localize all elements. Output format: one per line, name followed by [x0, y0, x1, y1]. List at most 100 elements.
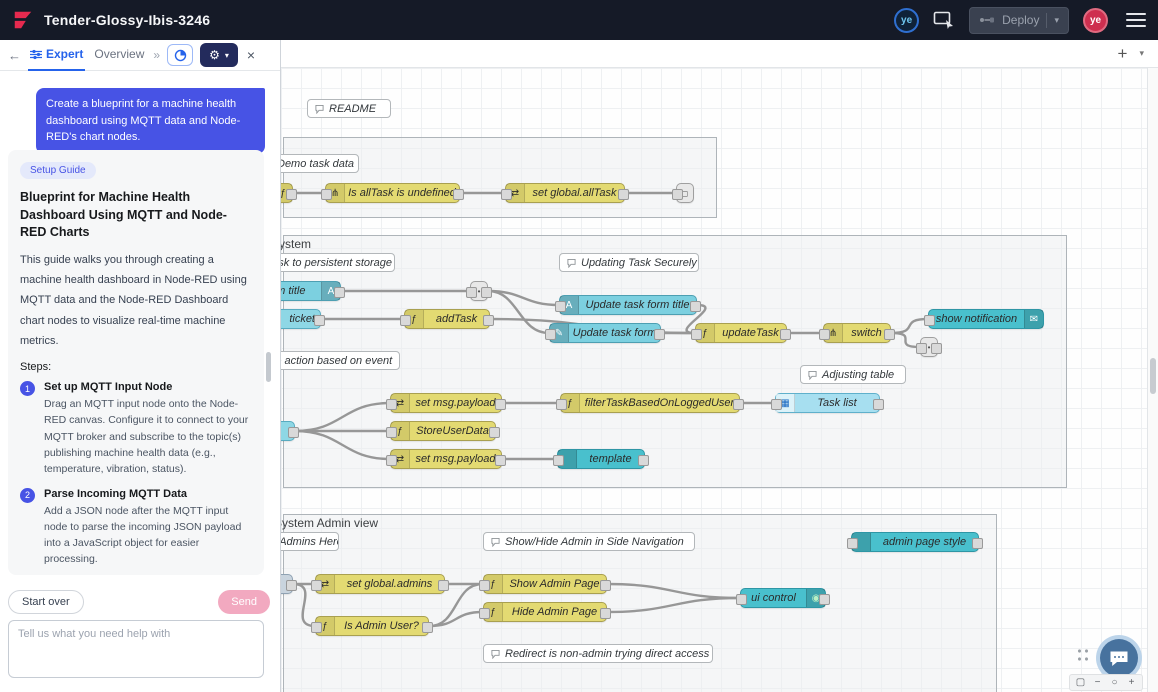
- wire[interactable]: [891, 319, 928, 333]
- step-number: 1: [20, 381, 35, 396]
- comment-bubble-icon: [567, 258, 576, 268]
- flow-node[interactable]: Update task form titleA: [281, 281, 341, 301]
- deploy-caret-icon[interactable]: ▾: [1054, 15, 1059, 26]
- node-label: ticket: [281, 310, 320, 328]
- flow-node[interactable]: ⋔switch: [823, 323, 891, 343]
- wire[interactable]: [295, 403, 390, 431]
- flow-canvas[interactable]: Task systemSystem Admin view READMEDemo …: [281, 68, 1147, 692]
- comment-node[interactable]: Demo task data: [281, 154, 359, 173]
- guide-step: 2Parse Incoming MQTT DataAdd a JSON node…: [20, 488, 252, 568]
- assistant-response-card[interactable]: Setup Guide Blueprint for Machine Health…: [8, 150, 264, 575]
- flow-node[interactable]: ƒHide Admin Page: [483, 602, 607, 622]
- flow-node[interactable]: ⇄set msg.payload: [390, 393, 502, 413]
- team-avatar[interactable]: ye: [894, 8, 919, 33]
- open-editor-icon[interactable]: [933, 11, 955, 29]
- node-label: addTask: [424, 310, 489, 328]
- flow-node[interactable]: ƒaddTask: [404, 309, 490, 329]
- grid-dots-icon[interactable]: [1076, 647, 1091, 664]
- text-icon: A: [321, 282, 340, 300]
- flow-node[interactable]: ✎Update task form: [549, 323, 661, 343]
- sliders-icon: [30, 49, 42, 60]
- flow-node[interactable]: ƒfilterTaskBasedOnLoggedUser: [560, 393, 740, 413]
- back-icon[interactable]: ←: [8, 48, 21, 63]
- assistant-input[interactable]: [8, 620, 264, 678]
- comment-node[interactable]: README: [307, 99, 391, 118]
- node-label: [281, 575, 292, 593]
- flow-node[interactable]: ticket: [281, 309, 321, 329]
- flow-node[interactable]: ƒ: [281, 183, 293, 203]
- panel-scrollbar-thumb[interactable]: [266, 352, 271, 382]
- flow-node[interactable]: AUpdate task form title: [559, 295, 697, 315]
- close-icon[interactable]: ×: [247, 47, 255, 63]
- node-label: switch: [843, 324, 890, 342]
- node-label: Show Admin Page: [503, 575, 606, 593]
- add-flow-button[interactable]: +: [1118, 45, 1128, 62]
- node-label: updateTask: [715, 324, 786, 342]
- tab-overview[interactable]: Overview: [92, 40, 146, 71]
- node-label: [693, 184, 703, 202]
- flow-node[interactable]: template: [557, 449, 645, 469]
- node-label: Is Admin User?: [335, 617, 428, 635]
- flow-node[interactable]: ⇄set msg.payload: [390, 449, 502, 469]
- send-button[interactable]: Send: [218, 590, 270, 614]
- flow-node[interactable]: •: [920, 337, 938, 357]
- flow-node[interactable]: ƒIs Admin User?: [315, 616, 429, 636]
- node-label: StoreUserData: [410, 422, 495, 440]
- flow-node[interactable]: •: [470, 281, 488, 301]
- flow-node[interactable]: admin page style: [851, 532, 979, 552]
- wires-layer: [281, 68, 1147, 692]
- flow-node[interactable]: ⋔Is allTask is undefined: [325, 183, 460, 203]
- flow-node[interactable]: ui control◉: [740, 588, 826, 608]
- zoom-in-icon[interactable]: +: [1124, 676, 1139, 689]
- change-icon: ⇄: [391, 394, 410, 412]
- menu-icon[interactable]: [1126, 13, 1146, 27]
- comment-label: Adjusting table: [822, 369, 894, 381]
- ui-icon: ◉: [806, 589, 825, 607]
- flow-node[interactable]: ▦Task list: [775, 393, 880, 413]
- flow-node[interactable]: [281, 421, 295, 441]
- comment-node[interactable]: Add Admins Here: [281, 532, 339, 551]
- flow-node[interactable]: show notification✉: [928, 309, 1044, 329]
- flow-node[interactable]: ƒupdateTask: [695, 323, 787, 343]
- switch-icon: ⋔: [326, 184, 345, 202]
- zoom-reset-icon[interactable]: ○: [1107, 676, 1122, 689]
- flow-node[interactable]: ⇄set global.allTask: [505, 183, 625, 203]
- switch-icon: ⋔: [824, 324, 843, 342]
- more-tabs-icon[interactable]: »: [153, 48, 160, 62]
- wire[interactable]: [295, 431, 390, 459]
- comment-node[interactable]: Updating Task Securely: [559, 253, 699, 272]
- comment-node[interactable]: Redirect is non-admin trying direct acce…: [483, 644, 713, 663]
- junction-icon: •: [921, 338, 937, 356]
- flow-node[interactable]: [281, 574, 293, 594]
- comment-node[interactable]: Save task to persistent storage: [281, 253, 395, 272]
- canvas-scrollbar-thumb[interactable]: [1150, 358, 1156, 394]
- comment-label: Demo task data: [281, 158, 354, 170]
- comment-node[interactable]: Adjusting table: [800, 365, 906, 384]
- function-icon: ƒ: [561, 394, 580, 412]
- tab-expert[interactable]: Expert: [28, 40, 85, 71]
- flow-tabstrip: + ▾: [281, 40, 1158, 68]
- function-icon: ƒ: [405, 310, 424, 328]
- editor-area: + ▾ Task systemSystem Admin view READMED…: [281, 40, 1158, 692]
- insights-button[interactable]: [167, 44, 193, 66]
- comment-node[interactable]: Show/Hide Admin in Side Navigation: [483, 532, 695, 551]
- comment-bubble-icon: [808, 370, 817, 380]
- zoom-out-icon[interactable]: −: [1090, 676, 1105, 689]
- assistant-toolbar: ← Expert Overview » ⚙ ▾: [0, 40, 280, 71]
- flow-node[interactable]: ⇄set global.admins: [315, 574, 445, 594]
- node-label: template: [577, 450, 644, 468]
- comment-node[interactable]: Take action based on event: [281, 351, 400, 370]
- step-body: Drag an MQTT input node onto the Node-RE…: [44, 396, 252, 477]
- fit-view-icon[interactable]: ▢: [1073, 676, 1088, 689]
- flow-node[interactable]: ◻: [676, 183, 694, 203]
- wire[interactable]: [607, 584, 740, 598]
- flowfuse-logo[interactable]: [12, 9, 34, 31]
- start-over-button[interactable]: Start over: [8, 590, 84, 614]
- deploy-button[interactable]: Deploy ▾: [969, 7, 1069, 34]
- user-avatar[interactable]: ye: [1083, 8, 1108, 33]
- settings-dropdown-button[interactable]: ⚙ ▾: [200, 43, 238, 67]
- wire[interactable]: [607, 598, 740, 612]
- flow-node[interactable]: ƒStoreUserData: [390, 421, 496, 441]
- flow-list-caret-icon[interactable]: ▾: [1139, 48, 1144, 59]
- flow-node[interactable]: ƒShow Admin Page: [483, 574, 607, 594]
